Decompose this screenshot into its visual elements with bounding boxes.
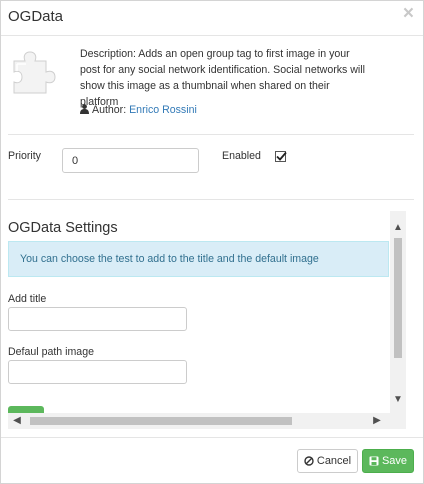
checkmark-icon <box>276 151 287 161</box>
close-icon[interactable]: × <box>403 4 414 24</box>
save-button[interactable]: Save <box>362 449 414 473</box>
info-alert: You can choose the test to add to the ti… <box>8 241 389 277</box>
plugin-author-line: Author: Enrico Rossini <box>80 104 197 117</box>
author-link[interactable]: Enrico Rossini <box>129 104 197 116</box>
add-title-input[interactable] <box>8 307 187 331</box>
section-divider-2 <box>8 199 414 200</box>
ban-icon <box>304 452 314 474</box>
priority-input[interactable] <box>62 148 199 173</box>
vertical-scrollbar[interactable]: ▲ ▼ <box>390 211 406 412</box>
default-path-label: Defaul path image <box>8 346 94 358</box>
enabled-label: Enabled <box>222 150 261 162</box>
header-divider <box>1 35 423 36</box>
horizontal-scroll-thumb[interactable] <box>30 417 292 425</box>
horizontal-scrollbar[interactable]: ◀ ▶ <box>8 413 390 429</box>
priority-label: Priority <box>8 150 41 162</box>
settings-scroll-area[interactable]: OGData Settings You can choose the test … <box>8 211 406 429</box>
scroll-down-icon[interactable]: ▼ <box>390 394 406 406</box>
section-divider-1 <box>8 134 414 135</box>
add-title-label: Add title <box>8 293 47 305</box>
user-icon <box>80 104 89 117</box>
scrollbar-corner <box>390 412 406 429</box>
footer-divider <box>1 437 423 438</box>
dialog-title: OGData <box>8 8 64 25</box>
settings-title: OGData Settings <box>8 220 118 236</box>
puzzle-piece-icon <box>13 51 56 94</box>
scroll-left-icon[interactable]: ◀ <box>10 413 24 429</box>
floppy-disk-icon <box>369 452 379 474</box>
vertical-scroll-thumb[interactable] <box>394 238 402 358</box>
plugin-description: Description: Adds an open group tag to f… <box>80 48 365 108</box>
scroll-up-icon[interactable]: ▲ <box>390 222 406 234</box>
author-label: Author: <box>92 104 127 116</box>
cancel-button[interactable]: Cancel <box>297 449 358 473</box>
enabled-checkbox[interactable] <box>275 151 287 162</box>
default-path-input[interactable] <box>8 360 187 384</box>
plugin-settings-dialog: OGData × Description: Adds an open group… <box>0 0 424 484</box>
save-label: Save <box>381 455 408 467</box>
scroll-right-icon[interactable]: ▶ <box>370 413 384 429</box>
cancel-label: Cancel <box>316 455 352 467</box>
